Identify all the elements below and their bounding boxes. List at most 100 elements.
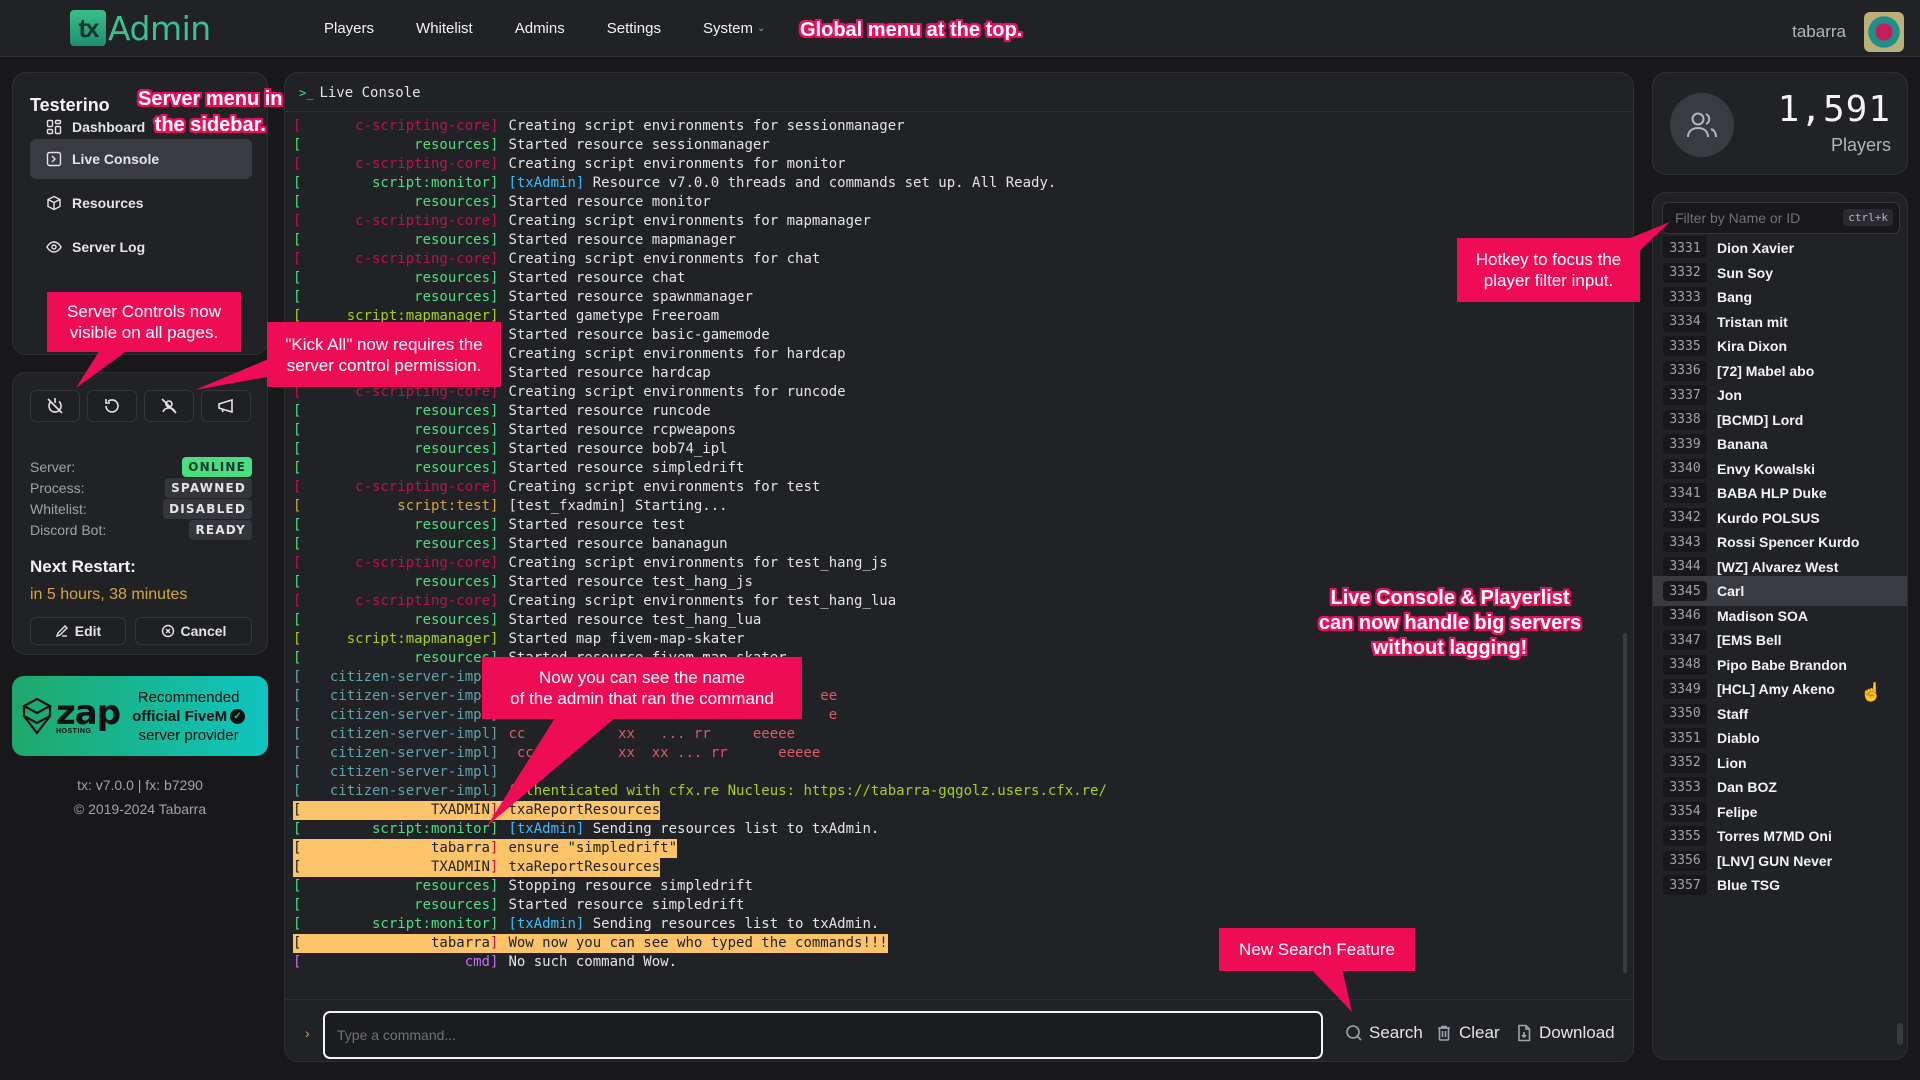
- console-line-message: txaReportResources: [498, 858, 660, 877]
- nav-settings[interactable]: Settings: [607, 20, 661, 37]
- player-name: Dion Xavier: [1717, 240, 1795, 256]
- player-name: Sun Soy: [1717, 264, 1774, 281]
- console-line: [resources] Started resource bananagun: [293, 536, 728, 552]
- search-button[interactable]: Search: [1345, 1023, 1423, 1043]
- kick-all-button[interactable]: [144, 390, 194, 422]
- console-line-message: Creating script environments for test_ha…: [498, 554, 887, 573]
- bracket: ]: [490, 859, 499, 875]
- console-line-tag: citizen-server-impl: [321, 745, 490, 761]
- console-line-message: Started resource rcpweapons: [498, 421, 736, 440]
- player-row[interactable]: 3357 Blue TSG: [1653, 870, 1907, 900]
- next-restart-time: in 5 hours, 38 minutes: [30, 586, 188, 603]
- edit-restart-button[interactable]: Edit: [30, 617, 126, 645]
- bracket: ]: [490, 403, 499, 419]
- player-id: 3336: [1663, 360, 1707, 381]
- console-line-tag: resources: [414, 232, 490, 248]
- sidebar-item-resources[interactable]: Resources: [30, 183, 252, 223]
- console-line-tag: c-scripting-core: [355, 251, 490, 267]
- sidebar-item-live-console[interactable]: Live Console: [30, 139, 252, 179]
- console-line-message: Creating script environments for test_ha…: [498, 592, 896, 611]
- player-id: 3348: [1663, 654, 1707, 675]
- zap-line2: official FiveM: [132, 707, 228, 725]
- console-line-tag: TXADMIN: [430, 859, 490, 875]
- player-name: Jon: [1717, 387, 1742, 403]
- player-name: Torres M7MD Oni: [1717, 828, 1832, 844]
- console-line-message: Started resource sessionmanager: [498, 136, 769, 155]
- player-filter[interactable]: ctrl+k: [1662, 202, 1900, 234]
- console-line-text: Creating script environments for test: [508, 479, 821, 495]
- clear-button[interactable]: Clear: [1435, 1023, 1500, 1043]
- player-filter-input[interactable]: [1663, 203, 1843, 233]
- cancel-restart-button[interactable]: Cancel: [135, 617, 252, 645]
- nav-players-label: Players: [324, 20, 375, 37]
- player-name: Blue TSG: [1717, 877, 1781, 893]
- playerlist-scrollbar[interactable]: [1897, 1023, 1903, 1045]
- console-line-text: Resource v7.0.0 threads and commands set…: [592, 175, 1057, 191]
- user-menu[interactable]: tabarra: [1792, 12, 1904, 52]
- player-name: Pipo Babe Brandon: [1717, 656, 1847, 673]
- status-badge: DISABLED: [163, 499, 252, 519]
- player-name: Dan BOZ: [1717, 779, 1777, 795]
- clear-label: Clear: [1459, 1023, 1500, 1042]
- player-name: Kira Dixon: [1717, 338, 1788, 354]
- console-line-tag: c-scripting-core: [355, 156, 490, 172]
- nav-system-dropdown[interactable]: System ⌄: [703, 20, 765, 37]
- console-line: [resources] Started resource test: [293, 517, 686, 533]
- player-id: 3346: [1663, 605, 1707, 626]
- console-line-text: Started resource test_hang_js: [508, 574, 753, 590]
- player-id: 3335: [1663, 336, 1707, 356]
- console-line-message: Started resource monitor: [498, 193, 710, 212]
- txadmin-prefix: [txAdmin]: [508, 916, 585, 932]
- download-button[interactable]: Download: [1515, 1023, 1615, 1043]
- console-output[interactable]: [c-scripting-core] Creating script enviro…: [293, 117, 1613, 977]
- console-line-message: [test_fxadmin] Starting...: [498, 497, 727, 516]
- bracket: ]: [490, 593, 499, 609]
- stop-server-button[interactable]: [30, 390, 80, 422]
- nav-whitelist[interactable]: Whitelist: [416, 20, 473, 37]
- player-id: 3337: [1663, 385, 1707, 405]
- sidebar-item-server-log[interactable]: Server Log: [30, 227, 252, 267]
- zap-hosting-banner[interactable]: zap HOSTING Recommended official FiveM ✓ …: [12, 676, 268, 756]
- player-name: [72] Mabel abo: [1717, 362, 1815, 379]
- search-icon: [1346, 1025, 1362, 1041]
- player-name: BABA HLP Duke: [1717, 485, 1827, 501]
- server-controls-card: Server: ONLINE Process: SPAWNED Whitelis…: [12, 372, 268, 655]
- player-name: [HCL] Amy Akeno: [1717, 681, 1835, 697]
- logo-text: Admin: [108, 8, 211, 48]
- console-line-message: [txAdmin] Sending resources list to txAd…: [498, 915, 879, 934]
- callout-tail: [1310, 968, 1352, 1012]
- console-line-text: Started resource spawnmanager: [508, 289, 753, 305]
- nav-players[interactable]: Players: [324, 20, 374, 37]
- player-id: 3333: [1663, 287, 1707, 307]
- console-line-text: Started resource test_hang_lua: [508, 612, 762, 628]
- nav-admins[interactable]: Admins: [515, 20, 565, 37]
- console-line: [script:monitor] [txAdmin] Resource v7.0.…: [293, 174, 1057, 193]
- sidebar-item-label: Dashboard: [72, 119, 146, 135]
- console-line-message: Started resource simpledrift: [498, 459, 744, 478]
- console-line: [c-scripting-core]Creating script enviro…: [293, 156, 846, 172]
- console-line-text: Sending resources list to txAdmin.: [592, 916, 880, 932]
- player-id: 3351: [1663, 728, 1707, 748]
- bracket: ]: [490, 878, 499, 894]
- console-line-message: Creating script environments for test: [498, 478, 820, 497]
- console-line-text: Wow now you can see who typed the comman…: [508, 935, 888, 951]
- divider: [285, 999, 1633, 1000]
- player-name: Felipe: [1717, 803, 1758, 820]
- status-label: Process:: [30, 480, 85, 496]
- avatar[interactable]: [1864, 12, 1904, 52]
- console-line-message: [txAdmin] Resource v7.0.0 threads and co…: [498, 174, 1056, 193]
- status-badge: ONLINE: [182, 457, 252, 477]
- console-line-tag: resources: [414, 460, 490, 476]
- restart-server-button[interactable]: [87, 390, 137, 422]
- console-scrollbar[interactable]: [1623, 633, 1627, 973]
- console-line-message: Started resource bob74_ipl: [498, 440, 727, 459]
- bracket: ]: [490, 574, 499, 590]
- player-list[interactable]: 3330Gino3331Dion Xavier3332Sun Soy3333Ba…: [1653, 236, 1907, 1056]
- console-line-tag: script:test: [397, 498, 490, 514]
- console-line-message: Creating script environments for hardcap: [498, 345, 845, 364]
- player-name: Staff: [1717, 705, 1749, 722]
- restart-icon: [105, 399, 119, 413]
- player-name: [WZ] Alvarez West: [1717, 558, 1839, 575]
- command-input[interactable]: [323, 1011, 1323, 1059]
- txadmin-logo[interactable]: tx Admin: [70, 8, 211, 48]
